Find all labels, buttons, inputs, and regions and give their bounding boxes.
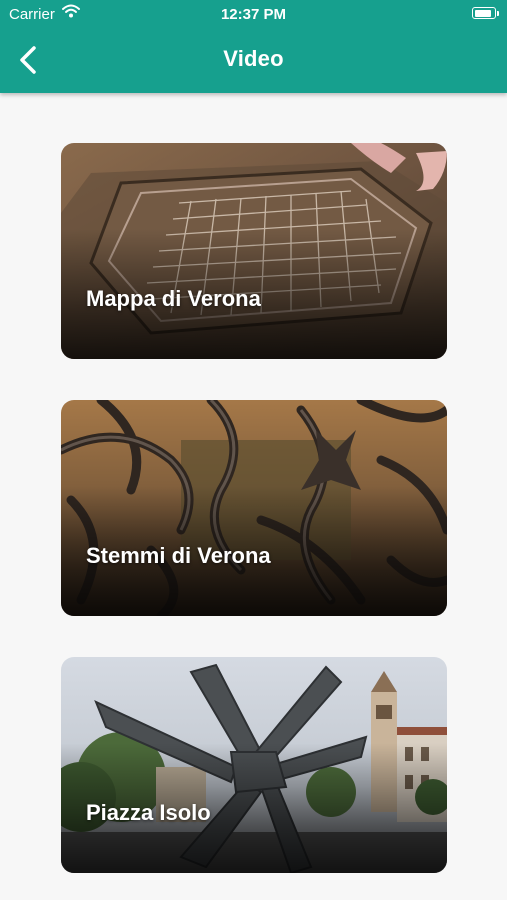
video-card-stemmi-di-verona[interactable]: Stemmi di Verona	[61, 400, 447, 616]
video-card-mappa-di-verona[interactable]: Mappa di Verona	[61, 143, 447, 359]
video-title: Stemmi di Verona	[86, 543, 271, 568]
clock: 12:37 PM	[220, 6, 287, 23]
app-header: Carrier 12:37 PM Video	[0, 0, 507, 93]
page-title: Video	[223, 46, 284, 71]
video-title: Piazza Isolo	[86, 800, 211, 825]
video-title: Mappa di Verona	[86, 286, 261, 311]
video-card-piazza-isolo[interactable]: Piazza Isolo	[61, 657, 447, 873]
battery-icon	[472, 7, 499, 19]
status-bar: Carrier 12:37 PM	[0, 0, 507, 30]
